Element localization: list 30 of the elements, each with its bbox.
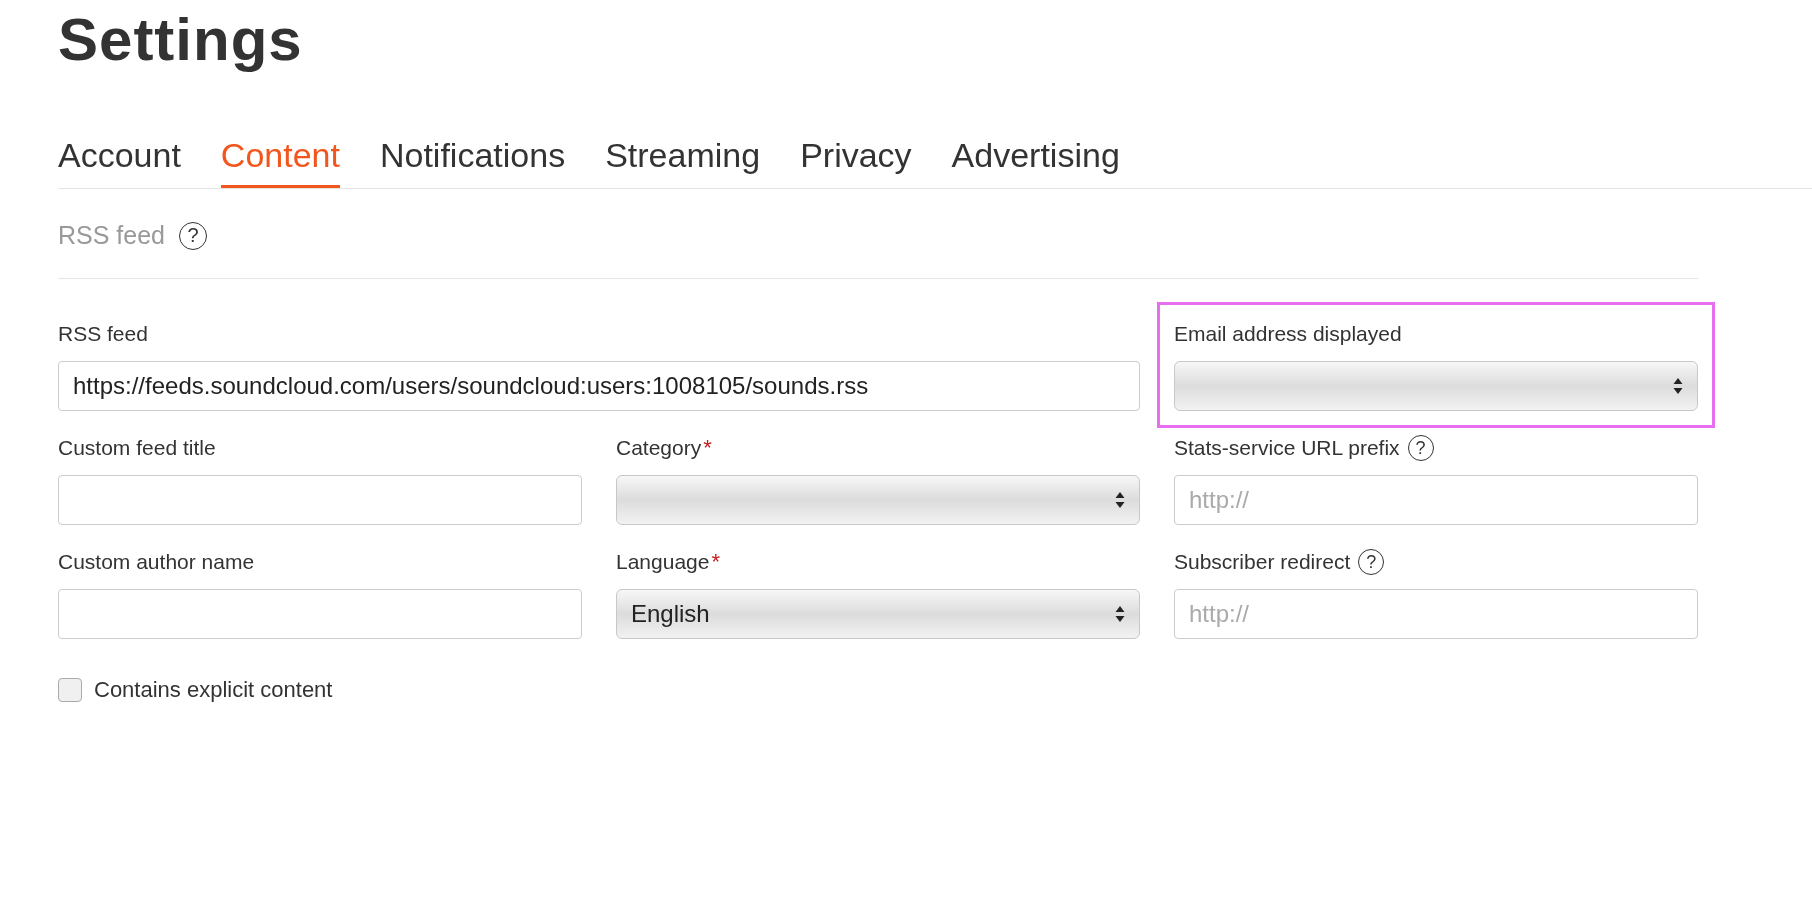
up-down-arrows-icon <box>1115 491 1125 509</box>
tab[interactable]: Streaming <box>605 136 761 188</box>
up-down-arrows-icon <box>1673 377 1683 395</box>
input-field[interactable] <box>58 589 582 639</box>
tab[interactable]: Privacy <box>800 136 912 188</box>
select-dropdown[interactable] <box>616 475 1140 525</box>
select-dropdown[interactable]: English <box>616 589 1140 639</box>
tab[interactable]: Notifications <box>379 136 566 188</box>
checkbox-label: Contains explicit content <box>94 677 333 703</box>
field-label: Subscriber redirect <box>1174 550 1351 574</box>
field-label: Language <box>616 550 710 574</box>
input-field[interactable] <box>58 475 582 525</box>
input-field[interactable]: http:// <box>1174 589 1698 639</box>
up-down-arrows-icon <box>1115 605 1125 623</box>
input-field[interactable]: http:// <box>1174 475 1698 525</box>
field-label: Custom feed title <box>58 436 216 460</box>
field-label: Custom author name <box>58 550 255 574</box>
input-field[interactable]: https://feeds.soundcloud.com/users/soundcloud:users:1008105/sounds.rss <box>58 361 1140 411</box>
field-label: RSS feed <box>58 322 148 346</box>
field-label: Email address displayed <box>1174 322 1402 346</box>
page-title: Settings <box>58 5 304 75</box>
required-mark: * <box>703 435 712 461</box>
checkbox[interactable] <box>58 678 82 702</box>
required-mark: * <box>711 549 720 575</box>
tab[interactable]: Account <box>58 136 181 188</box>
section-title: RSS feed <box>58 221 165 250</box>
tab[interactable]: Advertising <box>951 136 1120 188</box>
field-label: Category <box>616 436 702 460</box>
field-label: Stats-service URL prefix <box>1174 436 1400 460</box>
select-dropdown[interactable] <box>1174 361 1698 411</box>
